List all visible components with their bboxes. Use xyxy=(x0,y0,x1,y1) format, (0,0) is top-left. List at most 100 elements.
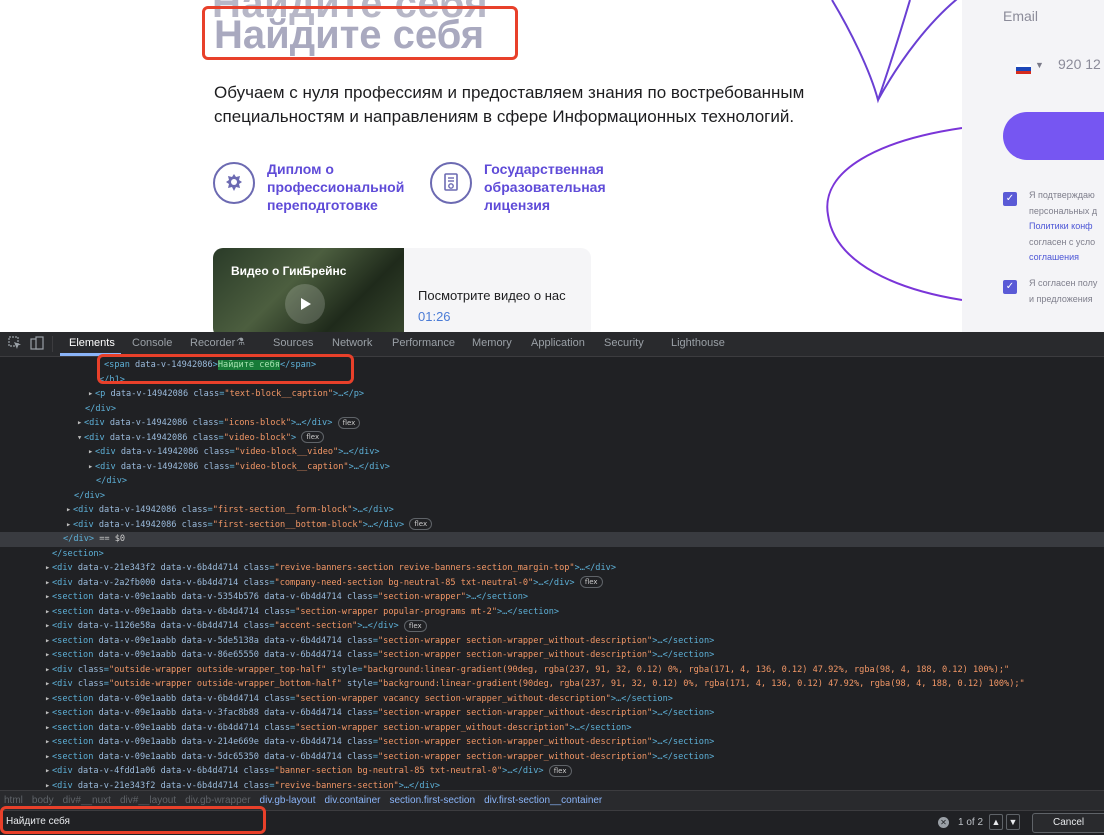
dom-node-div-close[interactable]: </div> xyxy=(0,474,1104,489)
expand-triangle-icon[interactable]: ▸ xyxy=(88,445,95,460)
expand-triangle-icon[interactable]: ▸ xyxy=(45,663,52,678)
tab-lighthouse[interactable]: Lighthouse xyxy=(671,337,725,349)
tab-application[interactable]: Application xyxy=(531,337,585,349)
consent-checkbox-1[interactable]: ✓ xyxy=(1003,192,1017,206)
breadcrumb-body[interactable]: body xyxy=(32,795,54,806)
expand-triangle-icon[interactable]: ▸ xyxy=(45,576,52,591)
expand-triangle-icon[interactable]: ▸ xyxy=(45,590,52,605)
breadcrumb-layout[interactable]: div#__layout xyxy=(120,795,176,806)
breadcrumb-gb-wrapper[interactable]: div.gb-wrapper xyxy=(185,795,250,806)
device-toolbar-icon[interactable] xyxy=(30,336,44,350)
expand-triangle-icon[interactable]: ▸ xyxy=(45,561,52,576)
expand-triangle-icon[interactable]: ▸ xyxy=(66,518,73,533)
privacy-policy-link[interactable]: Политики конф xyxy=(1029,219,1097,235)
expand-triangle-icon[interactable]: ▸ xyxy=(45,779,52,791)
tag-end: >…</div> xyxy=(352,505,394,515)
expand-triangle-icon[interactable]: ▸ xyxy=(45,721,52,736)
dom-node-video-block-video[interactable]: ▸ <div data-v-14942086 class="video-block… xyxy=(0,445,1104,460)
breadcrumb-container[interactable]: div.container xyxy=(325,795,381,806)
dom-node-section-wrapper[interactable]: ▸ <section data-v-09e1aabb data-v-214e669… xyxy=(0,735,1104,750)
dom-node-revive-banners-top[interactable]: ▸ <div data-v-21e343f2 data-v-6b4d4714 cl… xyxy=(0,561,1104,576)
flex-badge[interactable]: flex xyxy=(301,431,325,443)
breadcrumb-html[interactable]: html xyxy=(4,795,23,806)
dom-node-icons-block[interactable]: ▸ <div data-v-14942086 class="icons-block… xyxy=(0,416,1104,431)
breadcrumb-gb-layout[interactable]: div.gb-layout xyxy=(260,795,316,806)
dom-node-outside-wrapper-top[interactable]: ▸ <div class="outside-wrapper outside-wra… xyxy=(0,663,1104,678)
attr-name: class xyxy=(346,592,373,602)
inspect-element-icon[interactable] xyxy=(8,336,22,350)
tab-performance[interactable]: Performance xyxy=(392,337,455,349)
video-card[interactable]: Видео о ГикБрейнс Посмотрите видео о нас… xyxy=(213,248,591,332)
dom-node-revive-banners[interactable]: ▸ <div data-v-21e343f2 data-v-6b4d4714 cl… xyxy=(0,779,1104,791)
tab-sources[interactable]: Sources xyxy=(273,337,313,349)
submit-button[interactable] xyxy=(1003,112,1104,160)
expand-triangle-icon[interactable]: ▸ xyxy=(45,764,52,779)
breadcrumb-nuxt[interactable]: div#__nuxt xyxy=(63,795,111,806)
attr-name: class xyxy=(243,563,270,573)
expand-triangle-icon[interactable]: ▸ xyxy=(45,735,52,750)
video-thumbnail[interactable]: Видео о ГикБрейнс xyxy=(213,248,404,332)
expand-triangle-icon[interactable]: ▸ xyxy=(45,692,52,707)
tab-security[interactable]: Security xyxy=(604,337,644,349)
tab-console[interactable]: Console xyxy=(132,337,172,349)
cancel-button[interactable]: Cancel xyxy=(1032,813,1104,833)
flex-badge[interactable]: flex xyxy=(337,416,361,429)
dom-node-div-close[interactable]: </div> xyxy=(0,489,1104,504)
dom-node-popular-programs[interactable]: ▸ <section data-v-09e1aabb data-v-6b4d471… xyxy=(0,605,1104,620)
dom-node-accent-section[interactable]: ▸ <div data-v-1126e58a data-v-6b4d4714 cl… xyxy=(0,619,1104,634)
license-certificate-icon xyxy=(430,162,472,204)
flex-badge[interactable]: flex xyxy=(579,576,603,588)
tag-open: <section xyxy=(52,722,99,733)
user-agreement-link[interactable]: соглашения xyxy=(1029,250,1097,266)
breadcrumb-first-section[interactable]: section.first-section xyxy=(389,795,475,806)
dom-node-section-close[interactable]: </section> xyxy=(0,547,1104,562)
dom-node-section-wrapper[interactable]: ▸ <section data-v-09e1aabb data-v-5dc6535… xyxy=(0,750,1104,765)
dom-node-section-wrapper[interactable]: ▸ <section data-v-09e1aabb data-v-86e6555… xyxy=(0,648,1104,663)
dom-node-text-block-caption[interactable]: ▸ <p data-v-14942086 class="text-block__c… xyxy=(0,387,1104,402)
expand-triangle-icon[interactable]: ▸ xyxy=(77,416,84,431)
dom-node-outside-wrapper-bottom[interactable]: ▸ <div class="outside-wrapper outside-wra… xyxy=(0,677,1104,692)
flex-badge[interactable]: flex xyxy=(409,518,433,530)
dom-node-video-block[interactable]: ▾ <div data-v-14942086 class="video-block… xyxy=(0,431,1104,446)
tab-network[interactable]: Network xyxy=(332,337,372,349)
expand-triangle-icon[interactable]: ▸ xyxy=(45,677,52,692)
dom-node-banner-section[interactable]: ▸ <div data-v-4fdd1a06 data-v-6b4d4714 cl… xyxy=(0,764,1104,779)
tab-recorder[interactable]: Recorder xyxy=(190,337,235,349)
email-field[interactable]: Email xyxy=(1003,8,1038,24)
collapse-triangle-icon[interactable]: ▾ xyxy=(77,431,84,446)
dom-node-section-wrapper[interactable]: ▸ <section data-v-09e1aabb data-v-3fac8b8… xyxy=(0,706,1104,721)
dom-node-form-block[interactable]: ▸ <div data-v-14942086 class="first-secti… xyxy=(0,503,1104,518)
expand-triangle-icon[interactable]: ▸ xyxy=(66,503,73,518)
clear-search-icon[interactable]: ✕ xyxy=(938,817,949,828)
expand-triangle-icon[interactable]: ▸ xyxy=(45,750,52,765)
breadcrumb-first-section-container[interactable]: div.first-section__container xyxy=(484,795,602,806)
dom-node-div-close[interactable]: </div> xyxy=(0,402,1104,417)
dom-node-section-wrapper[interactable]: ▸ <section data-v-09e1aabb data-v-6b4d471… xyxy=(0,721,1104,736)
dom-node-selected[interactable]: </div> == $0 xyxy=(0,532,1104,547)
chevron-down-icon[interactable]: ▼ xyxy=(1035,60,1044,70)
expand-triangle-icon[interactable]: ▸ xyxy=(45,605,52,620)
dom-node-video-block-caption[interactable]: ▸ <div data-v-14942086 class="video-block… xyxy=(0,460,1104,475)
dom-node-section-wrapper[interactable]: ▸ <section data-v-09e1aabb data-v-5de5138… xyxy=(0,634,1104,649)
tab-elements[interactable]: Elements xyxy=(69,337,115,349)
expand-triangle-icon[interactable]: ▸ xyxy=(45,706,52,721)
dom-node-section-wrapper[interactable]: ▸ <section data-v-09e1aabb data-v-5354b57… xyxy=(0,590,1104,605)
expand-triangle-icon[interactable]: ▸ xyxy=(45,634,52,649)
consent-checkbox-2[interactable]: ✓ xyxy=(1003,280,1017,294)
previous-match-button[interactable]: ▲ xyxy=(989,814,1003,830)
expand-triangle-icon[interactable]: ▸ xyxy=(88,460,95,475)
tab-memory[interactable]: Memory xyxy=(472,337,512,349)
dom-node-bottom-block[interactable]: ▸ <div data-v-14942086 class="first-secti… xyxy=(0,518,1104,533)
expand-triangle-icon[interactable]: ▸ xyxy=(88,387,95,402)
expand-triangle-icon[interactable]: ▸ xyxy=(45,619,52,634)
dom-node-company-need[interactable]: ▸ <div data-v-2a2fb000 data-v-6b4d4714 cl… xyxy=(0,576,1104,591)
play-icon[interactable] xyxy=(285,284,325,324)
russia-flag-icon[interactable] xyxy=(1016,64,1031,74)
flex-badge[interactable]: flex xyxy=(548,764,572,777)
flex-badge[interactable]: flex xyxy=(403,619,427,632)
dom-node-vacancy-section[interactable]: ▸ <section data-v-09e1aabb data-v-6b4d471… xyxy=(0,692,1104,707)
license-info: Государственная образовательная лицензия xyxy=(430,160,606,214)
expand-triangle-icon[interactable]: ▸ xyxy=(45,648,52,663)
next-match-button[interactable]: ▼ xyxy=(1006,814,1020,830)
phone-field[interactable]: 920 12 xyxy=(1058,56,1101,72)
